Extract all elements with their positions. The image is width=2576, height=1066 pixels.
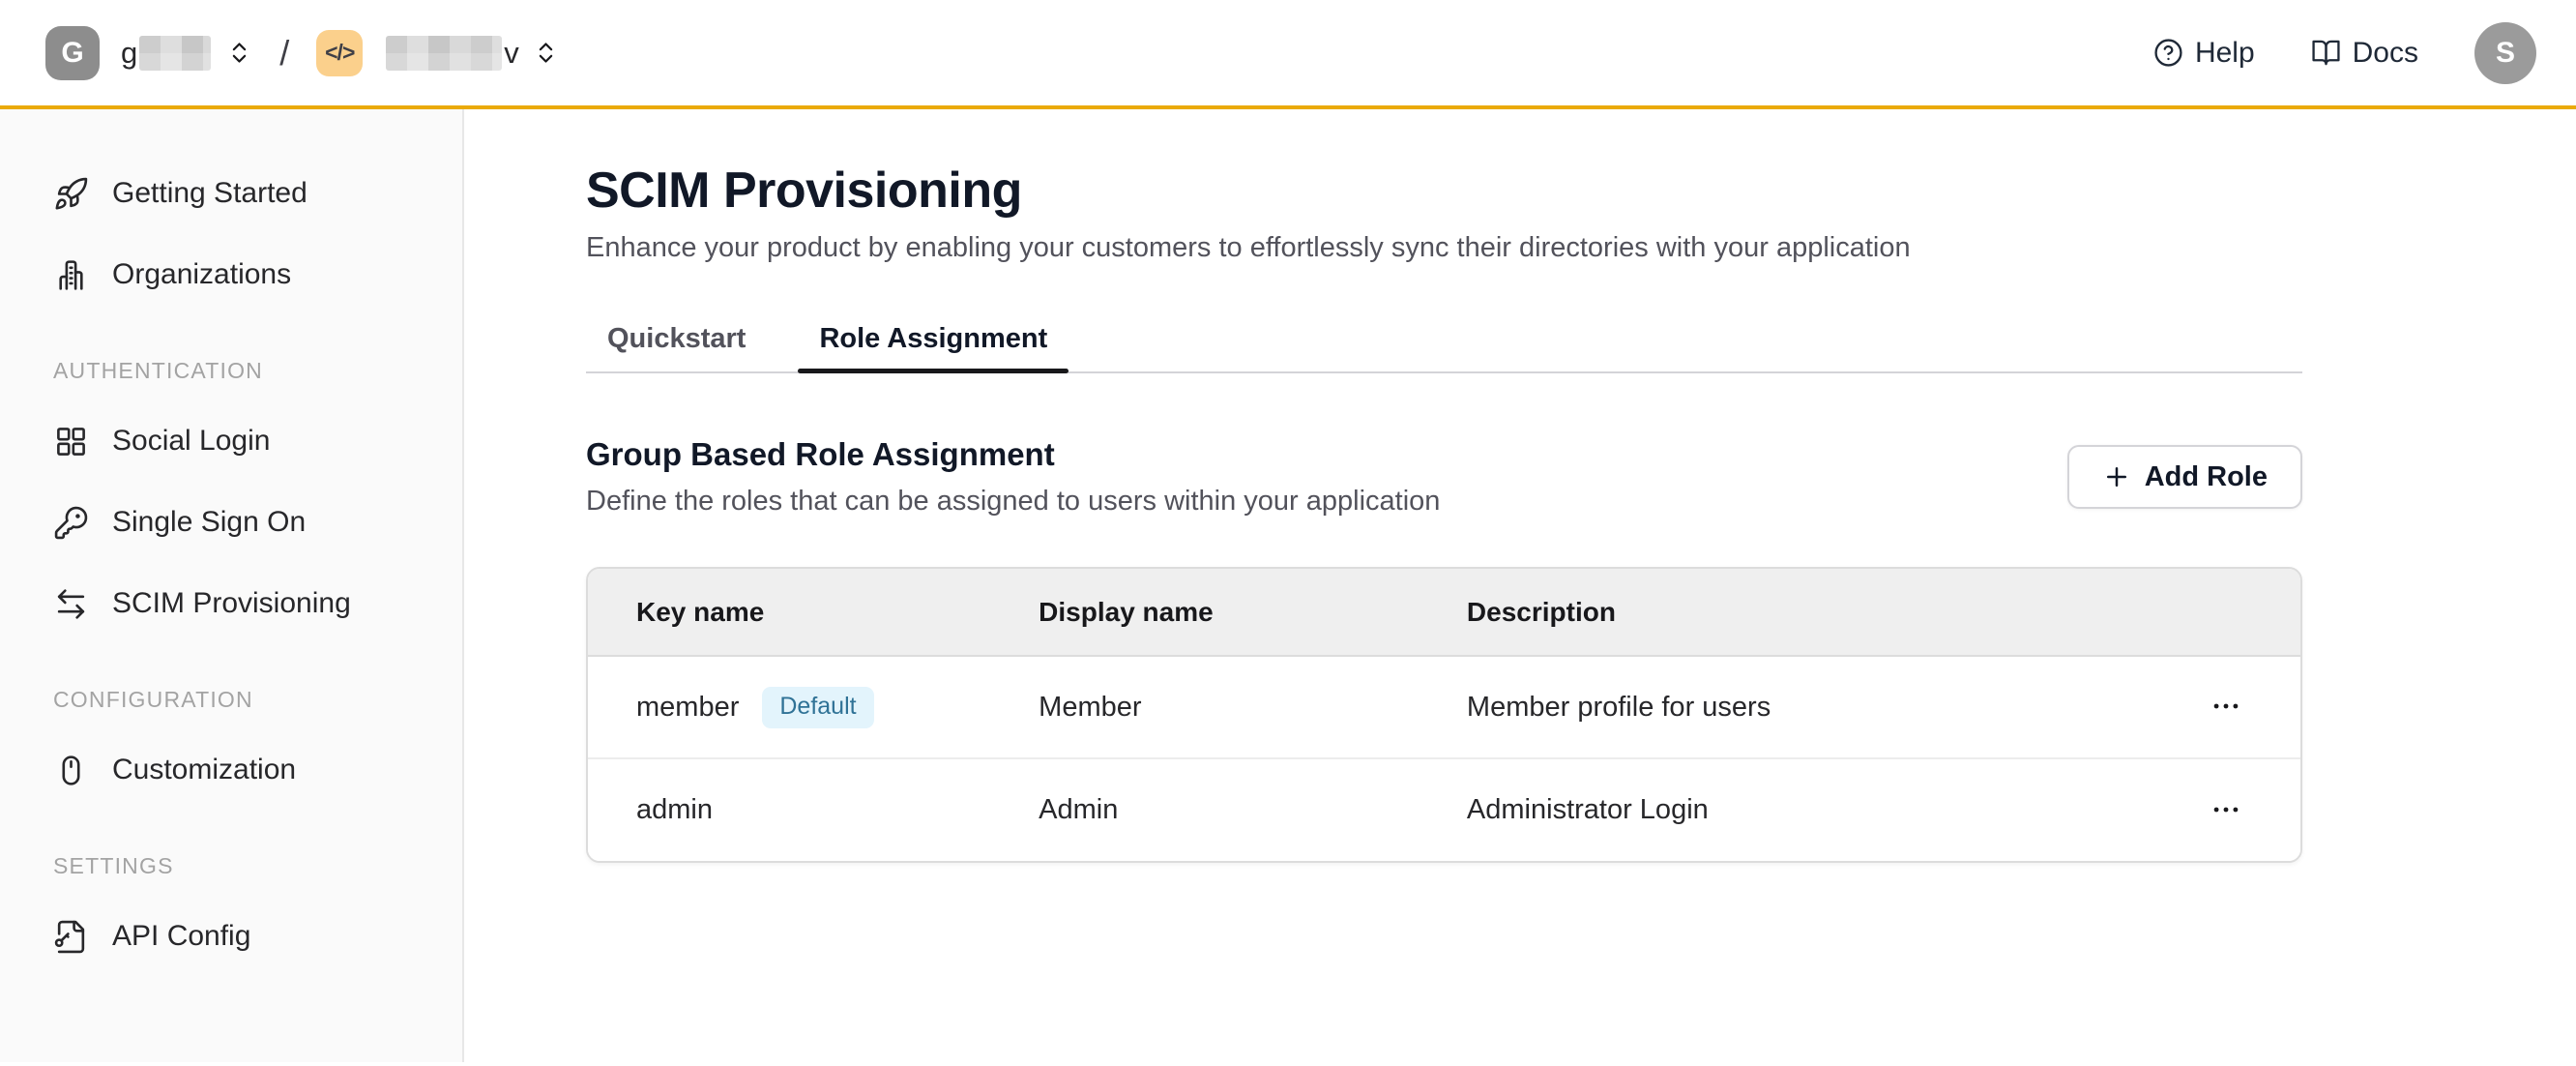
- project-name-redacted: [386, 36, 502, 71]
- tab-bar: Quickstart Role Assignment: [586, 306, 2302, 373]
- table-row: admin Admin Administrator Login: [588, 758, 2300, 861]
- sidebar-section-authentication: AUTHENTICATION: [0, 341, 462, 400]
- sidebar-item-label: Getting Started: [112, 177, 307, 210]
- chevrons-up-down-icon: [226, 40, 252, 66]
- book-open-icon: [2311, 38, 2341, 68]
- sidebar-item-label: API Config: [112, 920, 250, 953]
- more-options-icon: [2210, 793, 2242, 826]
- grid-icon: [53, 424, 89, 459]
- sidebar-item-getting-started[interactable]: Getting Started: [0, 153, 462, 234]
- sidebar-item-scim-provisioning[interactable]: SCIM Provisioning: [0, 563, 462, 644]
- project-switcher[interactable]: v: [384, 36, 559, 71]
- chevrons-up-down-icon: [533, 40, 559, 66]
- sidebar-section-settings: SETTINGS: [0, 836, 462, 896]
- page-subtitle: Enhance your product by enabling your cu…: [586, 228, 2302, 267]
- help-button[interactable]: Help: [2153, 37, 2255, 70]
- role-key-name: member: [636, 692, 739, 723]
- scim-provisioning-page: { "colors": { "accent_bar": "#eaaa08", "…: [0, 0, 2576, 1066]
- column-header-description: Description: [1419, 569, 2093, 656]
- sidebar-item-organizations[interactable]: Organizations: [0, 234, 462, 315]
- column-header-key-name: Key name: [588, 569, 990, 656]
- org-avatar-letter: G: [61, 37, 83, 70]
- add-role-label: Add Role: [2145, 461, 2268, 493]
- file-key-icon: [53, 919, 89, 955]
- section-heading: Group Based Role Assignment: [586, 433, 1440, 476]
- page-title: SCIM Provisioning: [586, 161, 2302, 221]
- role-description: Member profile for users: [1419, 656, 2093, 758]
- table-row: member Default Member Member profile for …: [588, 656, 2300, 758]
- org-name-prefix: g: [121, 36, 137, 71]
- docs-label: Docs: [2353, 37, 2418, 70]
- user-avatar-letter: S: [2496, 37, 2515, 70]
- project-name-suffix: v: [504, 36, 519, 71]
- more-options-icon: [2210, 690, 2242, 723]
- add-role-button[interactable]: Add Role: [2067, 445, 2302, 509]
- topbar: G g / </> v: [0, 0, 2576, 109]
- row-actions-button[interactable]: [2204, 787, 2248, 832]
- sidebar-item-api-config[interactable]: API Config: [0, 896, 462, 977]
- role-key-name: admin: [588, 758, 990, 861]
- org-name-redacted: [139, 36, 211, 71]
- section-description: Define the roles that can be assigned to…: [586, 482, 1440, 520]
- key-icon: [53, 505, 89, 541]
- row-actions-button[interactable]: [2204, 684, 2248, 728]
- building-icon: [53, 257, 89, 293]
- breadcrumb-separator: /: [279, 33, 289, 74]
- user-avatar[interactable]: S: [2474, 22, 2536, 84]
- help-icon: [2153, 38, 2183, 68]
- column-header-display-name: Display name: [990, 569, 1419, 656]
- sidebar-item-label: Organizations: [112, 258, 291, 291]
- sidebar-item-label: Single Sign On: [112, 506, 306, 539]
- main-content: SCIM Provisioning Enhance your product b…: [464, 109, 2576, 1062]
- roles-table: Key name Display name Description member…: [586, 567, 2302, 863]
- tab-role-assignment[interactable]: Role Assignment: [798, 306, 1068, 371]
- breadcrumb: G g / </> v: [45, 26, 559, 80]
- org-switcher[interactable]: g: [121, 36, 252, 71]
- role-description: Administrator Login: [1419, 758, 2093, 861]
- rocket-icon: [53, 176, 89, 212]
- sidebar-item-social-login[interactable]: Social Login: [0, 400, 462, 482]
- sidebar-item-customization[interactable]: Customization: [0, 729, 462, 811]
- table-header-row: Key name Display name Description: [588, 569, 2300, 656]
- role-display-name: Member: [990, 656, 1419, 758]
- help-label: Help: [2195, 37, 2255, 70]
- mouse-icon: [53, 753, 89, 788]
- docs-button[interactable]: Docs: [2311, 37, 2418, 70]
- sidebar: Getting Started Organizations AUTHENTICA…: [0, 109, 464, 1062]
- column-header-actions: [2093, 569, 2300, 656]
- role-display-name: Admin: [990, 758, 1419, 861]
- org-avatar: G: [45, 26, 100, 80]
- topbar-actions: Help Docs S: [2153, 22, 2536, 84]
- default-badge: Default: [762, 687, 873, 728]
- sidebar-item-single-sign-on[interactable]: Single Sign On: [0, 482, 462, 563]
- sidebar-item-label: SCIM Provisioning: [112, 587, 351, 620]
- plus-icon: [2102, 462, 2131, 491]
- section-header-row: Group Based Role Assignment Define the r…: [586, 424, 2302, 530]
- arrows-swap-icon: [53, 586, 89, 622]
- sidebar-item-label: Customization: [112, 754, 296, 786]
- sidebar-item-label: Social Login: [112, 425, 270, 458]
- sidebar-section-configuration: CONFIGURATION: [0, 669, 462, 729]
- project-code-icon: </>: [316, 30, 363, 76]
- tab-quickstart[interactable]: Quickstart: [586, 306, 767, 371]
